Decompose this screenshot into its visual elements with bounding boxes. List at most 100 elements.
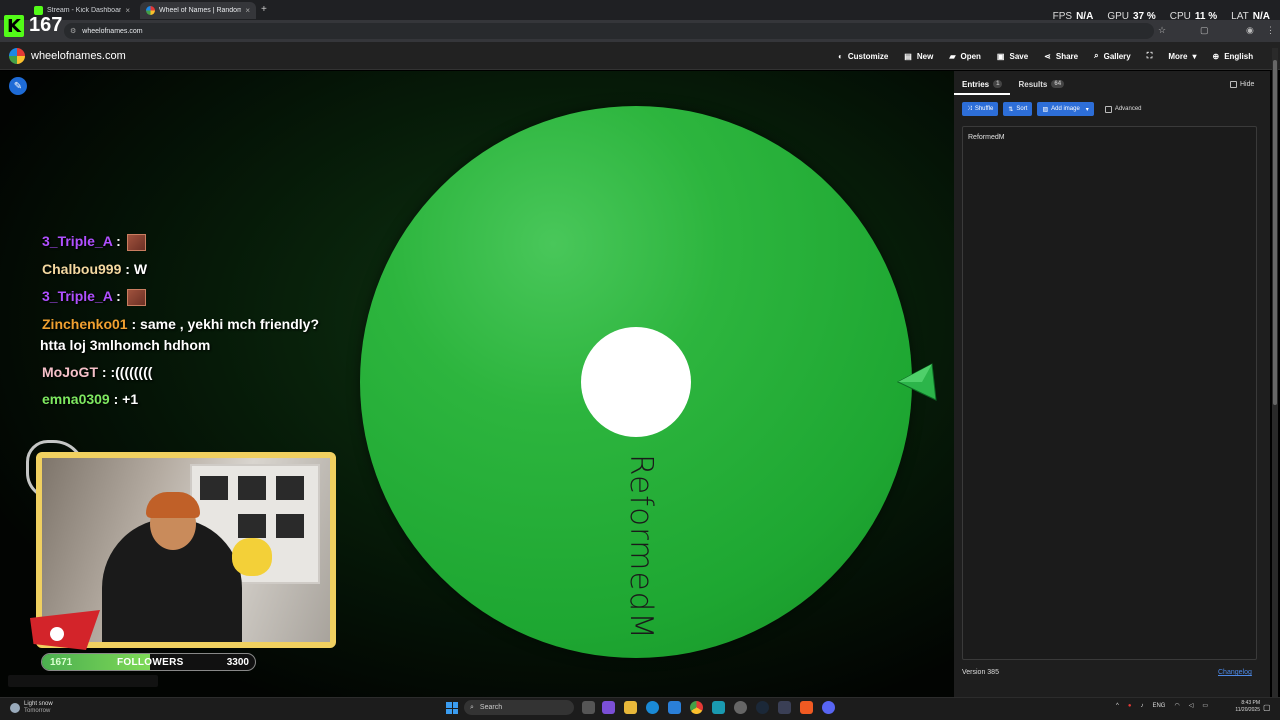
scrollbar-thumb[interactable] — [1273, 60, 1277, 405]
overlay-strip — [8, 675, 158, 687]
sort-icon: ⇅ — [1008, 106, 1014, 113]
advanced-checkbox[interactable]: Advanced — [1104, 105, 1142, 113]
save-button[interactable]: ▣ Save — [997, 51, 1028, 61]
weather-widget[interactable]: Light snow Tomorrow — [10, 701, 53, 715]
new-tab-icon[interactable]: + — [261, 4, 267, 15]
language-indicator[interactable]: ENG — [1152, 703, 1165, 709]
tray-app-icon[interactable]: ● — [1128, 703, 1132, 709]
gpu-stat: GPU 37 % — [1107, 11, 1156, 22]
chat-message: W — [133, 260, 148, 277]
wheel-logo-icon[interactable] — [9, 48, 25, 64]
app-icon-dark[interactable] — [778, 701, 791, 714]
tab-results[interactable]: Results 64 — [1010, 77, 1072, 95]
chat-line: Chalbou999 : W — [42, 260, 148, 277]
checkbox-icon[interactable] — [1230, 81, 1237, 88]
tab-wheel-of-names[interactable]: Wheel of Names | Random nam × — [140, 2, 256, 19]
kick-logo-icon: K — [4, 15, 24, 37]
customize-button[interactable]: ◐ Customize — [838, 51, 888, 61]
notifications-icon[interactable]: ▢ — [1263, 703, 1271, 712]
bookmark-star-icon[interactable]: ☆ — [1158, 25, 1166, 36]
fullscreen-icon: ⛶ — [1146, 51, 1153, 60]
brave-icon[interactable] — [800, 701, 813, 714]
tray-chevron-icon[interactable]: ^ — [1116, 703, 1119, 709]
globe-icon: ⊕ — [1212, 51, 1220, 61]
share-button[interactable]: ⋖ Share — [1044, 51, 1078, 61]
chat-line: 3_Triple_A : — [42, 233, 342, 251]
chrome-icon[interactable] — [690, 701, 703, 714]
chat-message: same , yekhi mch friendly? — [140, 315, 320, 332]
chat-username: Zinchenko01 — [42, 315, 128, 332]
battery-icon[interactable]: ▭ — [1202, 702, 1208, 709]
fullscreen-button[interactable]: ⛶ — [1147, 51, 1153, 61]
discord-icon[interactable] — [822, 701, 835, 714]
panel-tabs: Entries 1 Results 64 — [954, 77, 1072, 95]
site-title[interactable]: wheelofnames.com — [31, 50, 126, 62]
followers-goal-bar: 1671 FOLLOWERS 3300 — [41, 653, 256, 671]
chat-line: 3_Triple_A : — [42, 288, 342, 306]
app-icon-teal[interactable] — [712, 701, 725, 714]
changelog-link[interactable]: Changelog — [1218, 669, 1252, 676]
checkbox-icon[interactable] — [1104, 105, 1112, 113]
chevron-down-icon: ▾ — [1192, 51, 1197, 61]
shuffle-button[interactable]: ⤨ Shuffle — [962, 102, 999, 116]
volume-icon[interactable]: ◁ — [1189, 702, 1194, 709]
close-icon[interactable]: × — [245, 6, 250, 15]
open-button[interactable]: ▰ Open — [949, 51, 981, 61]
edge-icon[interactable] — [646, 701, 659, 714]
followers-label: FOLLOWERS — [117, 657, 184, 668]
chat-line: Zinchenko01 : same , yekhi mch friendly? — [42, 315, 320, 332]
chat-message: +1 — [122, 390, 139, 407]
palette-icon: ◐ — [838, 51, 843, 61]
edit-pencil-icon[interactable]: ✎ — [9, 77, 27, 95]
wheel-pointer-icon — [896, 363, 937, 401]
file-icon: ▤ — [904, 51, 912, 61]
menu-dots-icon[interactable]: ⋮ — [1266, 25, 1275, 36]
chat-line-continued: htta loj 3mlhomch hdhom — [40, 337, 342, 354]
tab-entries[interactable]: Entries 1 — [954, 77, 1011, 95]
app-icon-gray[interactable] — [734, 701, 747, 714]
fps-stat: FPS N/A — [1052, 11, 1094, 22]
new-button[interactable]: ▤ New — [904, 51, 933, 61]
profile-icon[interactable]: ◉ — [1246, 25, 1254, 36]
wheel-favicon-icon — [146, 6, 155, 15]
wheel-center-hub[interactable] — [581, 327, 691, 437]
weather-sub: Tomorrow — [24, 708, 51, 714]
taskbar-clock[interactable]: 8:43 PM 11/20/2025 — [1226, 700, 1260, 714]
language-button[interactable]: ⊕ English — [1212, 51, 1253, 61]
search-icon: ⌕ — [470, 703, 474, 711]
chat-line: emna0309 : +1 — [42, 390, 139, 407]
emote-icon — [126, 288, 146, 306]
mic-icon[interactable]: ♪ — [1140, 703, 1143, 709]
chat-username: MoJoGT — [42, 363, 98, 380]
add-image-button[interactable]: ▨ Add image ▾ — [1037, 102, 1094, 116]
url-text: wheelofnames.com — [82, 27, 143, 35]
windows-start-icon[interactable] — [446, 702, 458, 714]
windows-taskbar — [0, 697, 1280, 720]
steam-icon[interactable] — [756, 701, 769, 714]
taskbar-search-input[interactable]: ⌕ Search — [464, 700, 574, 715]
app-icon-purple[interactable] — [602, 701, 615, 714]
sort-button[interactable]: ⇅ Sort — [1003, 102, 1033, 116]
hide-checkbox[interactable]: Hide — [1230, 81, 1254, 88]
task-view-icon[interactable] — [582, 701, 595, 714]
close-icon[interactable]: × — [125, 6, 130, 15]
mail-icon[interactable] — [668, 701, 681, 714]
followers-current: 1671 — [50, 657, 73, 668]
performance-stats: FPS N/A GPU 37 % CPU 11 % LAT N/A — [1053, 11, 1270, 22]
address-input[interactable]: ⚙ wheelofnames.com — [64, 23, 1154, 39]
chevron-down-icon: ▾ — [1085, 106, 1089, 113]
entries-textarea[interactable]: ReformedM — [962, 126, 1257, 660]
extensions-icon[interactable]: ▢ — [1200, 25, 1209, 36]
file-explorer-icon[interactable] — [624, 701, 637, 714]
search-icon: ⌕ — [1094, 51, 1099, 60]
chat-username: emna0309 — [42, 390, 110, 407]
chat-message: :(((((((( — [110, 363, 153, 380]
flag-emblem-icon — [50, 627, 64, 641]
site-header: wheelofnames.com ◐ Customize ▤ New ▰ Open ▣… — [0, 42, 1280, 70]
site-info-icon[interactable]: ⚙ — [70, 27, 76, 35]
more-button[interactable]: More ▾ — [1168, 51, 1196, 61]
share-icon: ⋖ — [1044, 51, 1051, 61]
wifi-icon[interactable]: ◠ — [1174, 702, 1179, 709]
gallery-button[interactable]: ⌕ Gallery — [1094, 51, 1131, 61]
viewer-count: 167 — [29, 14, 63, 36]
